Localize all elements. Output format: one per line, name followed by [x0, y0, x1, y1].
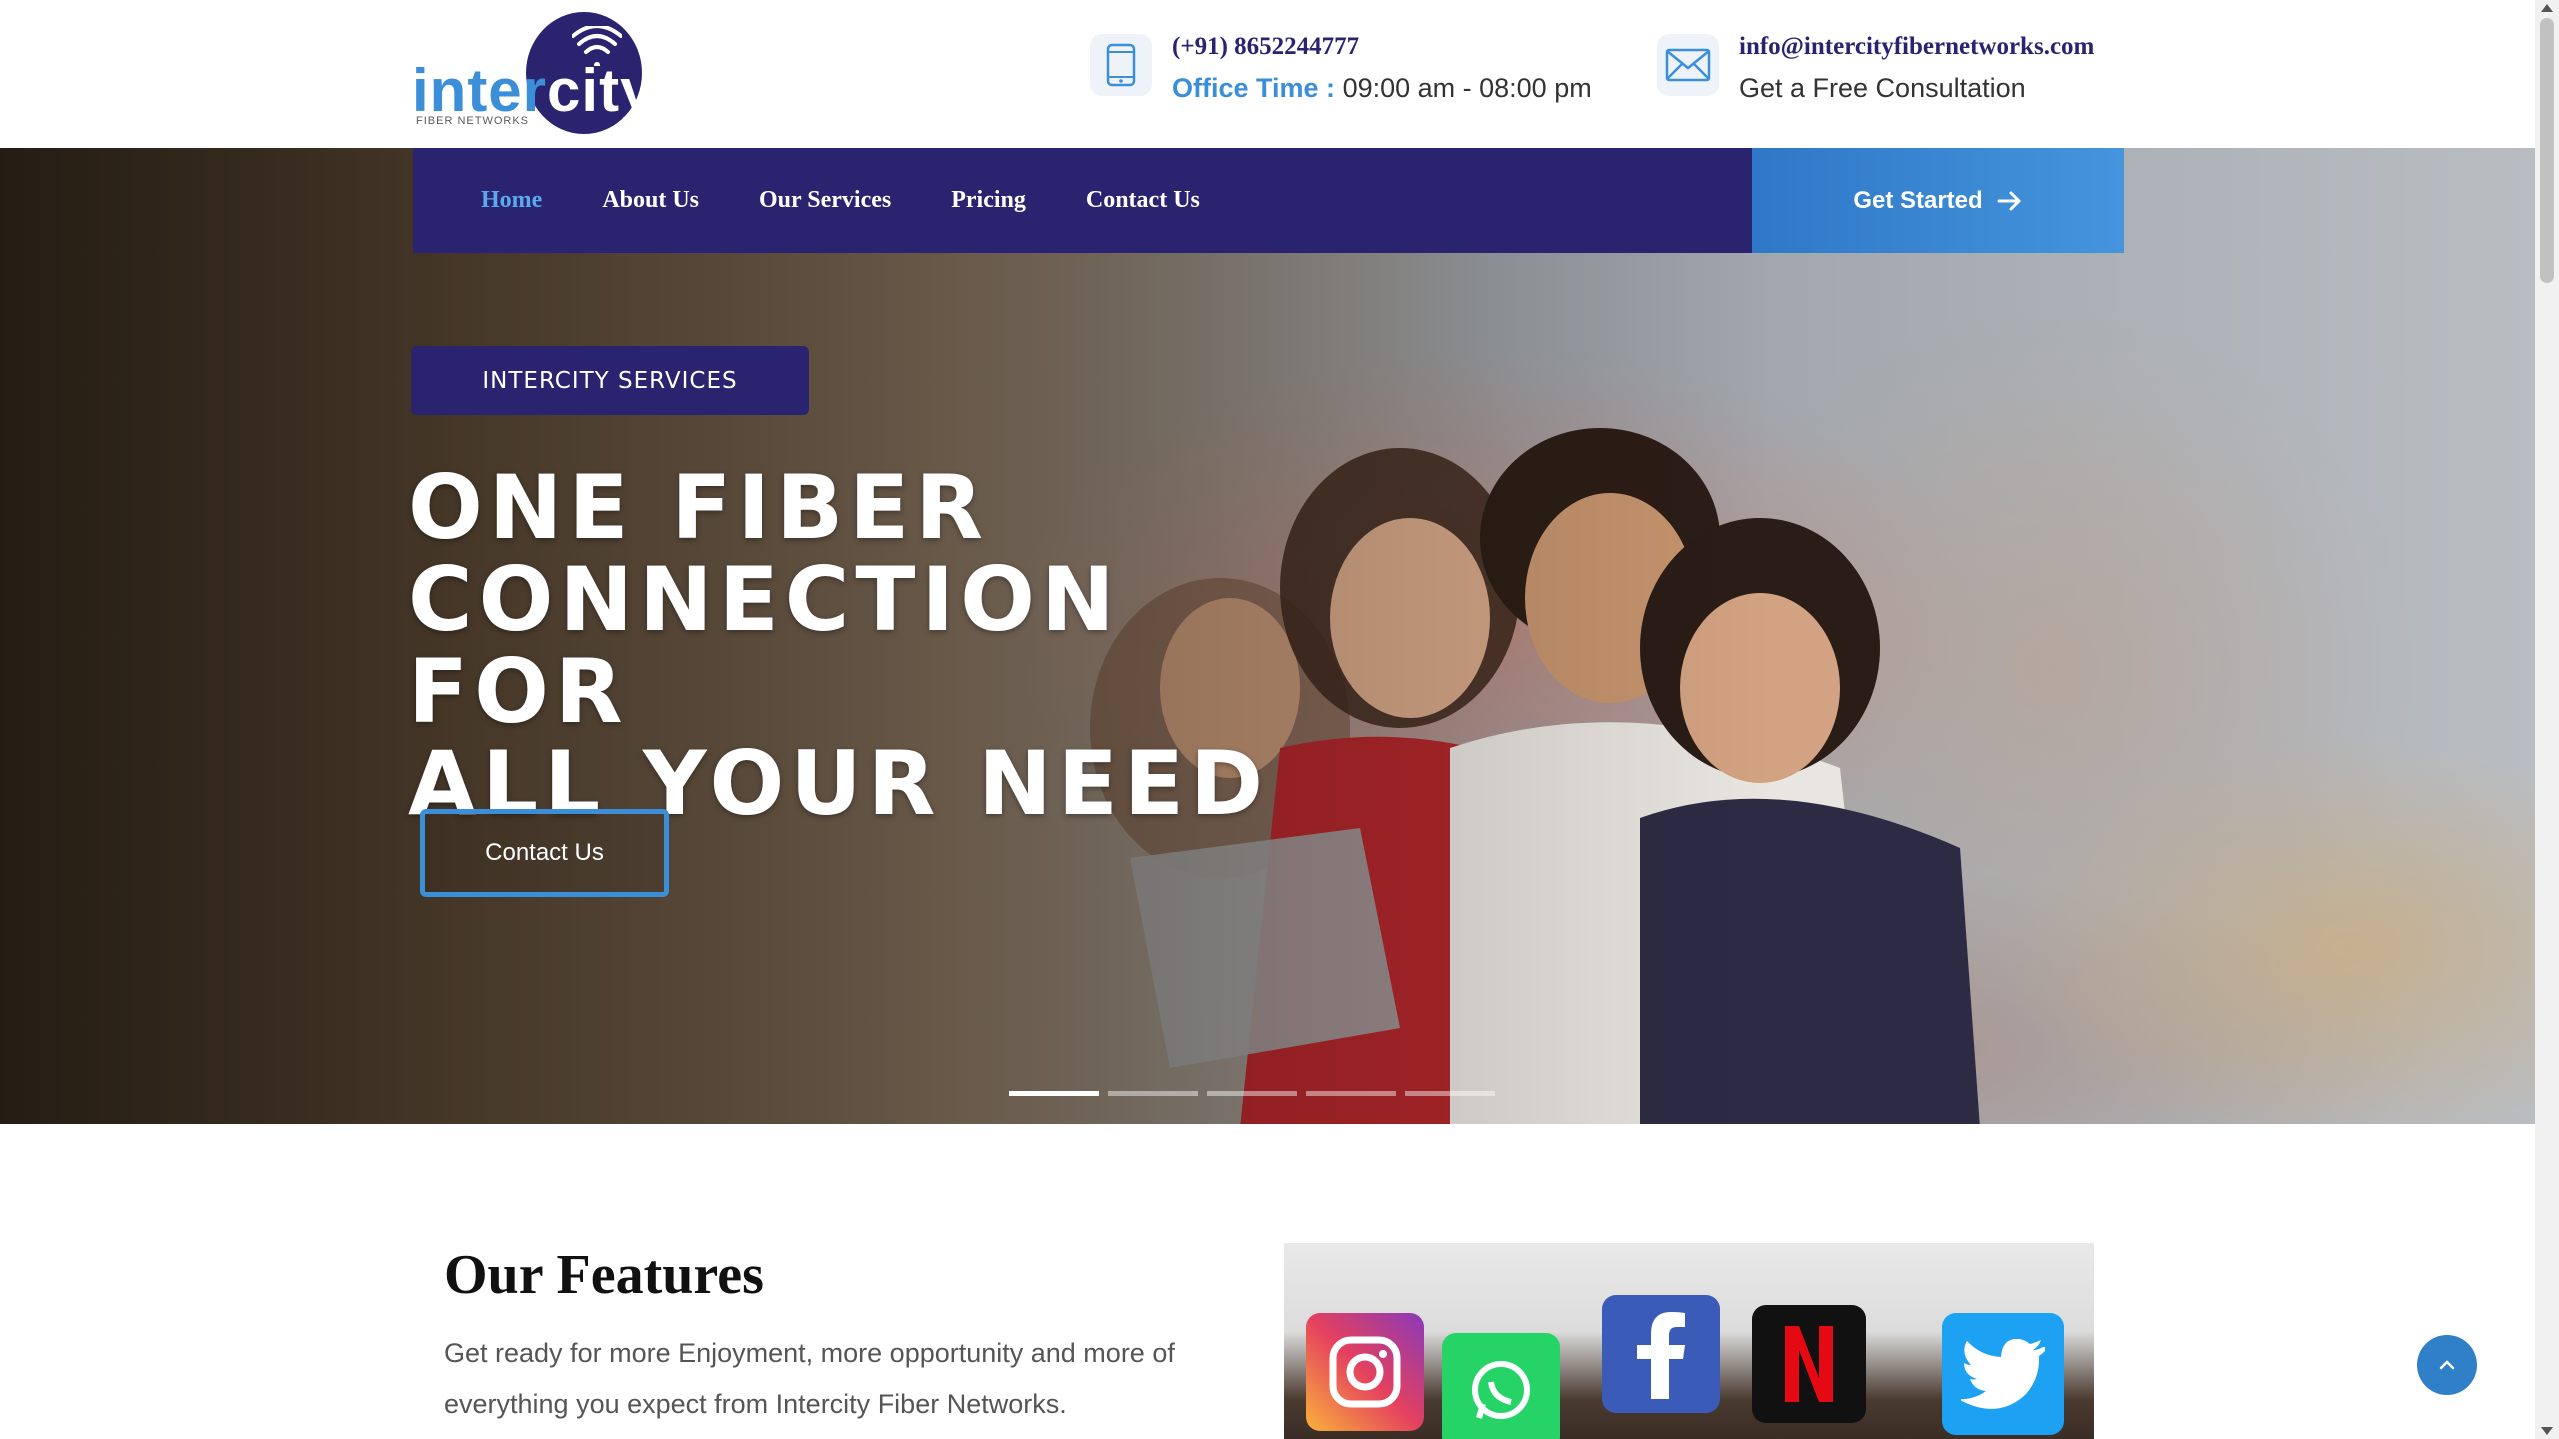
- slider-pagination: [1009, 1091, 1504, 1096]
- envelope-icon: [1657, 34, 1719, 96]
- slide-indicator-4[interactable]: [1306, 1091, 1396, 1096]
- email-contact: info@intercityfibernetworks.com Get a Fr…: [1657, 30, 2094, 112]
- scroll-up-arrow[interactable]: [2541, 4, 2553, 12]
- email-address[interactable]: info@intercityfibernetworks.com: [1739, 30, 2094, 64]
- office-time-label: Office Time :: [1172, 73, 1336, 103]
- hero-headline-line: ONE FIBER: [408, 456, 990, 559]
- nav-contact-us[interactable]: Contact Us: [1086, 187, 1200, 214]
- scroll-to-top-button[interactable]: [2417, 1335, 2477, 1395]
- social-apps-image: [1284, 1243, 2094, 1439]
- hero-contact-button[interactable]: Contact Us: [420, 809, 669, 897]
- intercity-logo[interactable]: intercity FIBER NETWORKS: [412, 12, 653, 134]
- nav-pricing[interactable]: Pricing: [951, 187, 1026, 214]
- phone-contact: (+91) 8652244777 Office Time : 09:00 am …: [1090, 30, 1592, 112]
- chevron-up-icon: [2439, 1360, 2455, 1370]
- features-description: Get ready for more Enjoyment, more oppor…: [444, 1338, 1175, 1419]
- nav-our-services[interactable]: Our Services: [759, 187, 891, 214]
- consultation-text: Get a Free Consultation: [1739, 73, 2026, 103]
- scroll-down-arrow[interactable]: [2541, 1427, 2553, 1435]
- facebook-icon: [1602, 1295, 1720, 1413]
- scrollbar-thumb[interactable]: [2540, 18, 2554, 283]
- logo-tagline: FIBER NETWORKS: [416, 115, 530, 127]
- twitter-icon: [1942, 1313, 2064, 1435]
- nav-home[interactable]: Home: [481, 187, 542, 214]
- hero-badge: INTERCITY SERVICES: [411, 346, 809, 415]
- logo-word-inter: inter: [412, 57, 548, 124]
- phone-icon: [1090, 34, 1152, 96]
- slide-indicator-3[interactable]: [1207, 1091, 1297, 1096]
- phone-number[interactable]: (+91) 8652244777: [1172, 30, 1592, 64]
- logo-word-city: city: [547, 57, 655, 124]
- office-time-value: 09:00 am - 08:00 pm: [1342, 73, 1592, 103]
- slide-indicator-2[interactable]: [1108, 1091, 1198, 1096]
- get-started-label: Get Started: [1853, 186, 1983, 214]
- hero-headline: ONE FIBER CONNECTION FOR ALL YOUR NEED: [408, 462, 1308, 830]
- arrow-right-icon: [1997, 191, 2021, 210]
- features-title: Our Features: [444, 1244, 764, 1306]
- netflix-icon: [1752, 1305, 1866, 1423]
- main-navigation: Home About Us Our Services Pricing Conta…: [413, 148, 1752, 253]
- whatsapp-icon: [1442, 1333, 1560, 1439]
- instagram-icon: [1306, 1313, 1424, 1431]
- slide-indicator-1[interactable]: [1009, 1091, 1099, 1096]
- office-time: Office Time : 09:00 am - 08:00 pm: [1172, 64, 1592, 112]
- page-scrollbar[interactable]: [2535, 0, 2559, 1439]
- hero-headline-line: CONNECTION FOR: [408, 548, 1121, 743]
- top-header: intercity FIBER NETWORKS (+91) 865224477…: [0, 0, 2535, 148]
- slide-indicator-5[interactable]: [1405, 1091, 1495, 1096]
- get-started-button[interactable]: Get Started: [1752, 148, 2124, 253]
- nav-about-us[interactable]: About Us: [602, 187, 699, 214]
